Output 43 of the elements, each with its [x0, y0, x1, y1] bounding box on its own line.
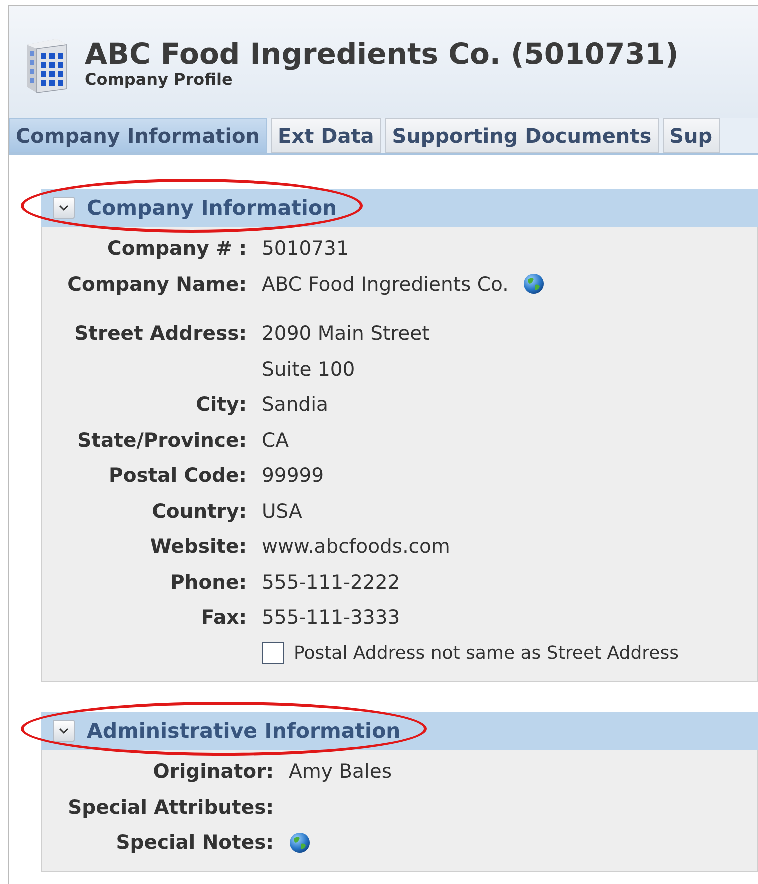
collapse-toggle[interactable] — [53, 720, 75, 742]
chevron-icon — [59, 727, 69, 735]
page-title: ABC Food Ingredients Co. (5010731) — [85, 38, 679, 70]
field-label: Company Name: — [68, 272, 247, 296]
field-value: 5010731 — [262, 237, 349, 260]
section-title: Administrative Information — [87, 719, 401, 743]
field-label: Phone: — [170, 570, 247, 594]
page-subtitle: Company Profile — [85, 70, 234, 90]
field-value: 2090 Main Street — [262, 322, 430, 346]
field-value: Suite 100 — [262, 358, 356, 381]
field-label: State/Province: — [78, 428, 247, 452]
globe-icon[interactable] — [289, 832, 311, 854]
tab[interactable]: Ext Data — [271, 118, 382, 153]
field-value: CA — [262, 428, 289, 452]
section-header[interactable]: Company Information — [41, 189, 758, 227]
chevron-icon — [59, 204, 69, 212]
globe-icon[interactable] — [522, 273, 545, 296]
field-label: Website: — [150, 535, 247, 558]
field-value: 555-111-3333 — [262, 606, 400, 630]
field-label: Special Notes: — [116, 831, 274, 854]
tab[interactable]: Sup — [662, 118, 720, 153]
field-label: Company # : — [108, 237, 247, 260]
field-label: Fax: — [201, 606, 247, 630]
field-label: City: — [196, 393, 247, 416]
collapse-toggle[interactable] — [53, 197, 75, 219]
field-value: 99999 — [262, 464, 324, 488]
section-title: Company Information — [87, 196, 338, 220]
tab[interactable]: Supporting Documents — [385, 118, 659, 153]
field-label: Country: — [152, 500, 247, 523]
checkbox[interactable] — [262, 642, 284, 664]
field-value: Sandia — [262, 393, 328, 416]
field-value: Amy Bales — [289, 760, 392, 784]
checkbox-label: Postal Address not same as Street Address — [294, 642, 679, 664]
field-value: ABC Food Ingredients Co. — [262, 272, 509, 296]
field-value: www.abcfoods.com — [262, 535, 450, 558]
field-label: Postal Code: — [109, 464, 247, 488]
field-label: Special Attributes: — [68, 796, 274, 819]
section-header[interactable]: Administrative Information — [41, 712, 758, 750]
field-label: Street Address: — [74, 322, 247, 346]
field-value: 555-111-2222 — [262, 570, 400, 594]
field-label: Originator: — [153, 760, 274, 784]
tab[interactable]: Company Information — [9, 118, 268, 153]
field-value: USA — [262, 500, 302, 523]
